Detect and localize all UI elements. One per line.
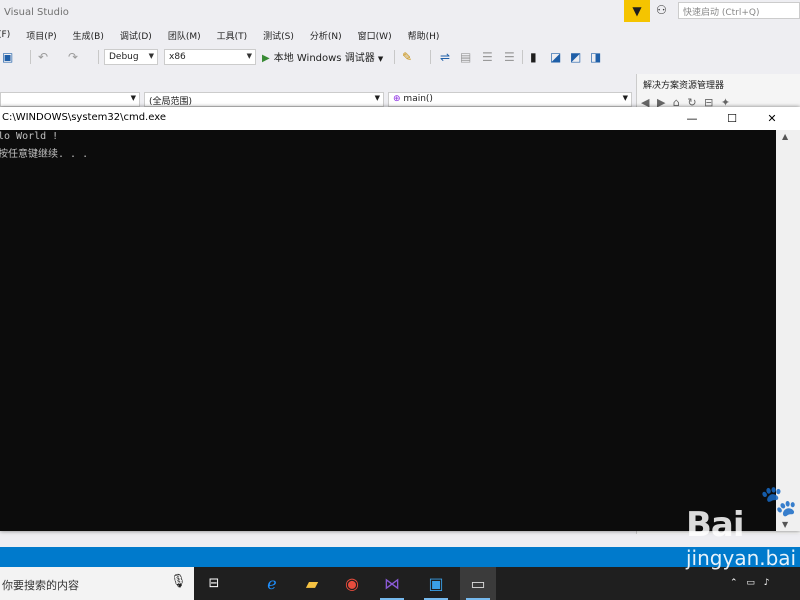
watermark-site: jingyan.bai [686,546,797,570]
platform-value: x86 [169,52,186,62]
menu-help[interactable]: 帮助(H) [408,29,440,42]
chevron-down-icon: ▼ [622,94,628,102]
chevron-down-icon: ▼ [377,55,384,63]
bookmark-prev-icon[interactable]: ◪ [550,44,561,70]
start-debugging-button[interactable]: ▶ 本地 Windows 调试器 ▼ [262,49,383,64]
command-prompt-icon[interactable]: ▭ [460,567,496,600]
menu-project[interactable]: 项目(P) [26,29,56,42]
save-all-icon[interactable]: ▣ [2,44,13,70]
platform-select[interactable]: x86 ▼ [164,49,256,65]
minimize-button[interactable]: — [674,107,710,130]
scope-value: (全局范围) [149,97,193,107]
chevron-down-icon: ▼ [374,94,380,102]
function-icon: ⊕ [393,94,401,104]
menu-team[interactable]: 团队(M) [168,29,201,42]
chrome-icon[interactable]: ◉ [334,567,370,600]
quick-launch-placeholder: 快速启动 (Ctrl+Q) [683,8,760,18]
toolbar-separator [98,50,99,64]
format-icon[interactable]: ▤ [460,44,471,70]
bookmark-clear-icon[interactable]: ◨ [590,44,601,70]
close-button[interactable]: ✕ [754,107,790,130]
play-icon: ▶ [262,53,270,64]
member-combo[interactable]: ⊕ main() ▼ [388,92,632,107]
toolbar-separator [30,50,31,64]
taskbar-search-placeholder: 你要搜索的内容 [2,579,79,592]
notification-filter-icon[interactable]: ▼ [624,0,650,22]
watermark-brand: Bai [686,505,745,545]
menu-tools[interactable]: 工具(T) [217,29,248,42]
taskbar-search-box[interactable]: 你要搜索的内容 🎙 [0,567,194,600]
edge-browser-icon[interactable]: ℯ [254,567,290,600]
member-value: main() [403,94,433,104]
solution-config-value: Debug [109,52,139,62]
console-titlebar[interactable]: C:\WINDOWS\system32\cmd.exe — ☐ ✕ [0,107,800,130]
diagnostics-icon[interactable]: ✎ [402,44,412,70]
writer-app-icon[interactable]: ▣ [418,567,454,600]
quick-launch-input[interactable]: 快速启动 (Ctrl+Q) [678,2,800,19]
start-debugging-label: 本地 Windows 调试器 [273,53,375,64]
chevron-down-icon: ▼ [246,52,252,60]
console-scrollbar[interactable]: ▲ ▼ [776,130,800,531]
microphone-icon[interactable]: 🎙 [170,574,187,589]
maximize-button[interactable]: ☐ [714,107,750,130]
console-line: lo World ! [0,131,59,142]
toolbar-separator [522,50,523,64]
chevron-down-icon: ▼ [148,52,154,60]
menu-debug[interactable]: 调试(D) [120,29,152,42]
menu-test[interactable]: 测试(S) [263,29,294,42]
outdent-icon[interactable]: ☰ [504,44,515,70]
toolbar-separator [394,50,395,64]
toolbar-separator [430,50,431,64]
console-line: 按任意键继续. . . [0,149,89,160]
undo-icon[interactable]: ↶ [38,44,48,70]
system-tray-icons[interactable]: ⌃ ▭ ♪ [730,578,773,588]
task-view-icon[interactable]: ⊟ [196,567,232,600]
baidu-paw-icon: 🐾 [760,484,798,519]
windows-taskbar: 你要搜索的内容 🎙 ⊟ ℯ ▰ ◉ ⋈ ▣ ▭ ⌃ ▭ ♪ [0,567,800,600]
redo-icon[interactable]: ↷ [68,44,78,70]
menu-window[interactable]: 窗口(W) [358,29,392,42]
vs-statusbar [0,547,800,567]
file-explorer-icon[interactable]: ▰ [294,567,330,600]
scroll-down-icon[interactable]: ▼ [782,520,788,529]
bookmark-next-icon[interactable]: ◩ [570,44,581,70]
vs-menubar: (F) 项目(P) 生成(B) 调试(D) 团队(M) 工具(T) 测试(S) … [0,26,800,44]
scroll-up-icon[interactable]: ▲ [782,132,788,141]
step-icon[interactable]: ⇌ [440,44,450,70]
vs-window-title: Visual Studio [4,7,69,18]
project-combo[interactable]: ▼ [0,92,140,107]
menu-analyze[interactable]: 分析(N) [310,29,342,42]
feedback-icon[interactable]: ⚇ [656,3,667,17]
console-output[interactable]: lo World ! 按任意键继续. . . [0,130,776,531]
menu-file[interactable]: (F) [0,30,10,40]
console-window: C:\WINDOWS\system32\cmd.exe — ☐ ✕ lo Wor… [0,107,800,531]
vs-toolbar: ▣ ↶ ↷ Debug ▼ x86 ▼ ▶ 本地 Windows 调试器 ▼ ✎ … [0,44,800,70]
indent-icon[interactable]: ☰ [482,44,493,70]
solution-config-select[interactable]: Debug ▼ [104,49,158,65]
vs-titlebar: Visual Studio ▼ ⚇ 快速启动 (Ctrl+Q) [0,0,800,26]
menu-build[interactable]: 生成(B) [73,29,104,42]
console-window-title: C:\WINDOWS\system32\cmd.exe [2,112,166,123]
visual-studio-icon[interactable]: ⋈ [374,567,410,600]
solution-explorer-title: 解决方案资源管理器 [643,81,725,91]
scope-combo[interactable]: (全局范围) ▼ [144,92,384,107]
chevron-down-icon: ▼ [130,94,136,102]
bookmark-icon[interactable]: ▮ [530,44,537,70]
